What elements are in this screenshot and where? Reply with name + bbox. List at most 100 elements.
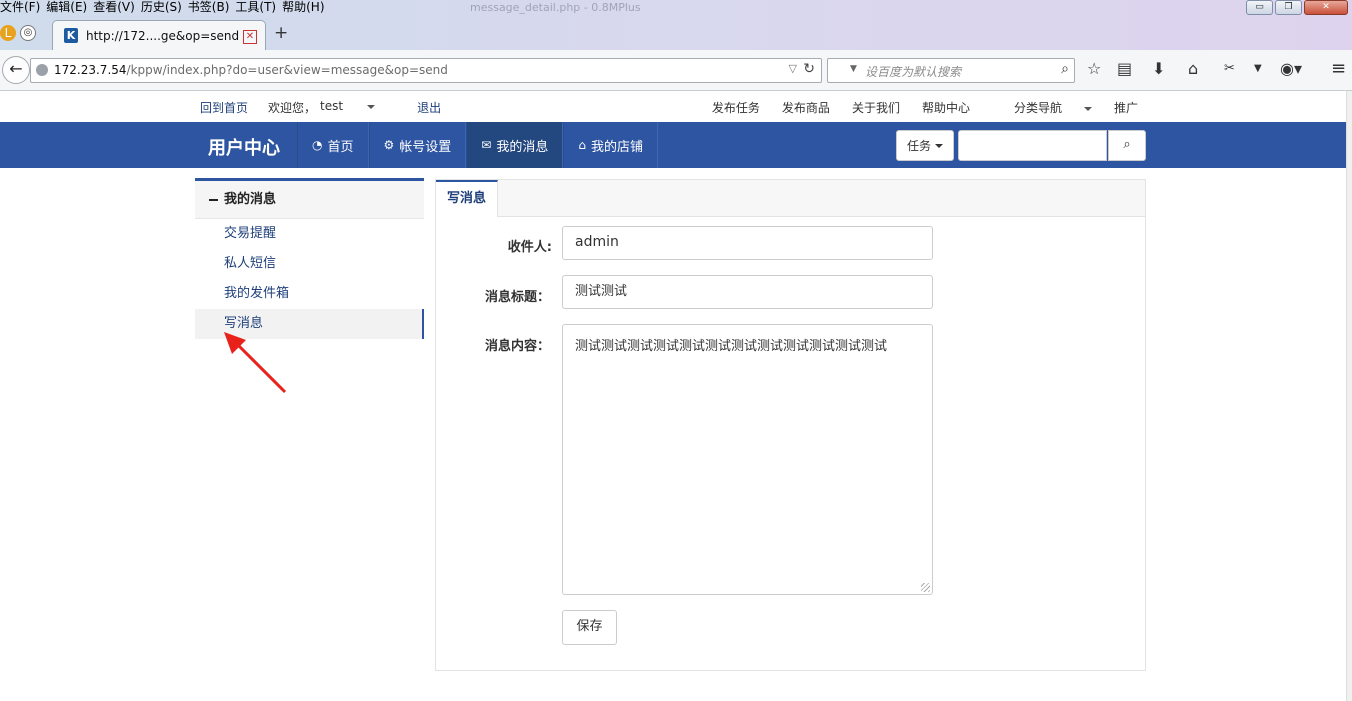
nav-my-shop[interactable]: ⌂ 我的店铺 bbox=[563, 122, 658, 168]
url-path: /kppw/index.php?do=user&view=message&op=… bbox=[126, 63, 448, 77]
arrow-shaft bbox=[230, 337, 287, 394]
url-text[interactable]: 172.23.7.54/kppw/index.php?do=user&view=… bbox=[54, 63, 448, 77]
menu-bookmarks[interactable]: 书签(B) bbox=[188, 0, 236, 16]
site-top-right: 发布任务 发布商品 关于我们 帮助中心 分类导航 推广 bbox=[690, 99, 1138, 116]
help-center-link[interactable]: 帮助中心 bbox=[922, 99, 970, 116]
main-nav: ◔ 首页 ⚙ 帐号设置 ✉ 我的消息 ⌂ 我的店铺 bbox=[297, 122, 658, 168]
kppw-favicon-icon: K bbox=[64, 28, 78, 43]
site-search-input[interactable] bbox=[958, 130, 1107, 161]
browser-toolbar: ← 172.23.7.54/kppw/index.php?do=user&vie… bbox=[0, 50, 1352, 91]
panel-header: 写消息 bbox=[436, 180, 1145, 217]
nav-my-shop-label: 我的店铺 bbox=[590, 139, 643, 155]
nav-my-messages[interactable]: ✉ 我的消息 bbox=[466, 122, 564, 168]
message-sidebar: 我的消息 交易提醒 私人短信 我的发件箱 写消息 bbox=[195, 178, 424, 340]
maximize-button[interactable]: ❐ bbox=[1275, 0, 1302, 15]
url-bar[interactable]: 172.23.7.54/kppw/index.php?do=user&view=… bbox=[30, 58, 822, 83]
menu-tools[interactable]: 工具(T) bbox=[235, 0, 282, 16]
content-value: 测试测试测试测试测试测试测试测试测试测试测试测试 bbox=[575, 339, 888, 354]
url-dropdown-icon[interactable]: ▽ bbox=[789, 62, 797, 75]
username: test bbox=[320, 99, 344, 113]
download-icon[interactable]: ⬇ bbox=[1152, 60, 1165, 78]
hamburger-menu-icon[interactable]: ≡ bbox=[1331, 60, 1346, 78]
save-button[interactable]: 保存 bbox=[562, 610, 617, 645]
search-scope-label: 任务 bbox=[906, 139, 931, 153]
reader-list-icon[interactable]: ▤ bbox=[1117, 60, 1132, 78]
screenshot-tool-icon[interactable]: ✂ bbox=[1224, 60, 1235, 78]
browser-menu-list: 文件(F) 编辑(E) 查看(V) 历史(S) 书签(B) 工具(T) 帮助(H… bbox=[0, 0, 331, 16]
sidebar-item-trade-alerts[interactable]: 交易提醒 bbox=[195, 219, 424, 249]
site-top-left: 回到首页 欢迎您， test 退出 bbox=[200, 99, 461, 116]
about-us-link[interactable]: 关于我们 bbox=[852, 99, 900, 116]
window-title: message_detail.php - 0.8MPlus bbox=[470, 1, 641, 14]
promote-link[interactable]: 推广 bbox=[1114, 99, 1138, 116]
minimize-button[interactable]: ▭ bbox=[1246, 0, 1273, 15]
search-icon[interactable]: ⌕ bbox=[1061, 61, 1069, 77]
collapse-icon bbox=[209, 198, 218, 201]
site-identity-icon[interactable] bbox=[36, 64, 48, 76]
browser-tab-active[interactable]: K http://172....ge&op=send ✕ bbox=[52, 20, 266, 51]
resize-handle-icon[interactable] bbox=[921, 583, 930, 592]
menu-edit[interactable]: 编辑(E) bbox=[46, 0, 93, 16]
back-arrow-icon[interactable]: ← bbox=[2, 56, 30, 84]
recipient-value: admin bbox=[575, 234, 619, 250]
home-link[interactable]: 回到首页 bbox=[200, 99, 248, 116]
new-tab-button[interactable]: + bbox=[274, 25, 288, 42]
annotation-arrow bbox=[224, 332, 287, 394]
nav-account-settings-label: 帐号设置 bbox=[399, 139, 452, 155]
recipient-label: 收件人: bbox=[507, 240, 552, 255]
tab-title: http://172....ge&op=send bbox=[86, 29, 240, 43]
menu-help[interactable]: 帮助(H) bbox=[282, 0, 330, 16]
logout-link[interactable]: 退出 bbox=[417, 99, 441, 116]
tab-close-icon[interactable]: ✕ bbox=[243, 30, 257, 44]
search-placeholder: 设百度为默认搜索 bbox=[865, 65, 962, 79]
home-icon[interactable]: ⌂ bbox=[1188, 60, 1198, 78]
reload-icon[interactable]: ↻ bbox=[803, 61, 815, 77]
envelope-icon: ✉ bbox=[481, 138, 492, 152]
content-label: 消息内容： bbox=[484, 339, 550, 354]
user-center-navbar: 用户中心 ◔ 首页 ⚙ 帐号设置 ✉ 我的消息 ⌂ 我的店铺 任务 ⌕ bbox=[0, 122, 1346, 168]
category-nav-label: 分类导航 bbox=[1013, 101, 1062, 115]
brand-title[interactable]: 用户中心 bbox=[208, 134, 280, 160]
nav-my-messages-label: 我的消息 bbox=[496, 139, 549, 155]
menu-view[interactable]: 查看(V) bbox=[93, 0, 141, 16]
bookmark-star-icon[interactable]: ☆ bbox=[1087, 60, 1101, 78]
nav-home[interactable]: ◔ 首页 bbox=[297, 122, 369, 168]
browser-menubar: 文件(F) 编辑(E) 查看(V) 历史(S) 书签(B) 工具(T) 帮助(H… bbox=[0, 0, 1352, 16]
chevron-down-icon bbox=[1083, 106, 1092, 111]
close-window-button[interactable]: ✕ bbox=[1304, 0, 1348, 15]
subject-label: 消息标题： bbox=[484, 290, 550, 305]
sidebar-header[interactable]: 我的消息 bbox=[195, 181, 424, 219]
subject-field[interactable]: 测试测试 bbox=[562, 275, 933, 309]
search-engine-dropdown-icon[interactable]: ▼ bbox=[850, 64, 857, 74]
sidebar-item-outbox[interactable]: 我的发件箱 bbox=[195, 279, 424, 309]
gears-icon: ⚙ bbox=[383, 138, 395, 152]
tab-strip: L ◎ K http://172....ge&op=send ✕ + bbox=[0, 16, 1352, 51]
category-nav-dropdown[interactable]: 分类导航 bbox=[992, 99, 1092, 116]
site-top-bar: 回到首页 欢迎您， test 退出 发布任务 发布商品 关于我们 帮助中心 分类… bbox=[0, 91, 1346, 122]
browser-search-bar[interactable]: ▼ 设百度为默认搜索 ⌕ bbox=[827, 58, 1075, 83]
sidebar-item-private-messages[interactable]: 私人短信 bbox=[195, 249, 424, 279]
chevron-down-icon bbox=[935, 143, 943, 148]
sidebar-title: 我的消息 bbox=[224, 192, 277, 207]
chevron-down-icon bbox=[367, 104, 376, 109]
welcome-text: 欢迎您， bbox=[268, 101, 317, 115]
subject-value: 测试测试 bbox=[575, 284, 628, 299]
menu-file[interactable]: 文件(F) bbox=[0, 0, 46, 16]
dashboard-icon: ◔ bbox=[312, 138, 323, 152]
menu-history[interactable]: 历史(S) bbox=[141, 0, 188, 16]
publish-goods-link[interactable]: 发布商品 bbox=[782, 99, 830, 116]
recipient-field[interactable]: admin bbox=[562, 226, 933, 260]
page-scrollbar[interactable] bbox=[1346, 91, 1352, 701]
search-scope-dropdown[interactable]: 任务 bbox=[896, 130, 954, 161]
window-controls: ▭ ❐ ✕ bbox=[1246, 0, 1348, 15]
tab-write-message[interactable]: 写消息 bbox=[436, 180, 498, 217]
addon-icon[interactable]: L bbox=[0, 25, 16, 41]
addon-menu-icon[interactable]: ◉▾ bbox=[1280, 60, 1302, 78]
publish-task-link[interactable]: 发布任务 bbox=[712, 99, 760, 116]
nav-account-settings[interactable]: ⚙ 帐号设置 bbox=[368, 122, 467, 168]
chevron-down-icon[interactable]: ▼ bbox=[1254, 60, 1262, 78]
search-button[interactable]: ⌕ bbox=[1108, 130, 1146, 161]
content-textarea[interactable]: 测试测试测试测试测试测试测试测试测试测试测试测试 bbox=[562, 324, 933, 595]
palette-icon[interactable]: ◎ bbox=[20, 25, 36, 41]
user-dropdown[interactable]: test bbox=[320, 99, 395, 116]
